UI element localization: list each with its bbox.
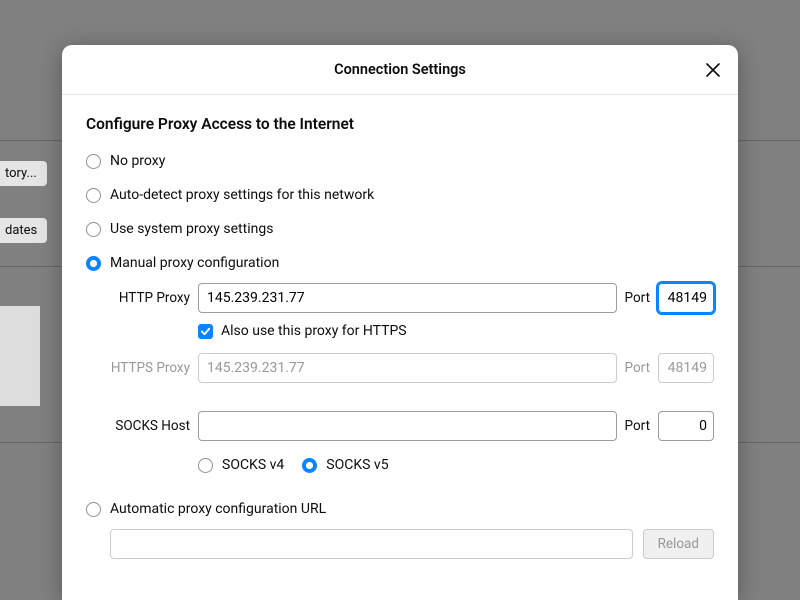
radio-icon [86, 222, 101, 237]
radio-no-proxy[interactable]: No proxy [86, 147, 714, 175]
socks-host-input[interactable] [198, 411, 617, 441]
radio-icon [198, 458, 213, 473]
close-button[interactable] [702, 59, 724, 81]
radio-label: SOCKS v4 [222, 457, 284, 473]
bg-box [0, 306, 40, 406]
http-proxy-row: HTTP Proxy Port [110, 283, 714, 313]
manual-proxy-fields: HTTP Proxy Port Also use this proxy for … [86, 283, 714, 479]
checkbox-icon [198, 324, 213, 339]
radio-icon [86, 188, 101, 203]
radio-icon [86, 154, 101, 169]
radio-label: Use system proxy settings [110, 221, 273, 237]
radio-label: Manual proxy configuration [110, 255, 279, 271]
radio-socks-v5[interactable]: SOCKS v5 [302, 451, 388, 479]
socks-version-row: SOCKS v4 SOCKS v5 [198, 451, 714, 479]
reload-button: Reload [643, 529, 714, 559]
https-proxy-input [198, 353, 617, 383]
radio-label: Automatic proxy configuration URL [110, 501, 326, 517]
section-title: Configure Proxy Access to the Internet [86, 115, 714, 133]
radio-label: SOCKS v5 [326, 457, 388, 473]
bg-updates-button: dates [0, 218, 47, 243]
checkbox-label: Also use this proxy for HTTPS [221, 323, 407, 339]
socks-port-input[interactable] [658, 411, 714, 441]
radio-system-proxy[interactable]: Use system proxy settings [86, 215, 714, 243]
radio-icon [302, 458, 317, 473]
port-label: Port [625, 418, 650, 434]
socks-host-row: SOCKS Host Port [110, 411, 714, 441]
close-icon [705, 62, 721, 78]
https-port-input [658, 353, 714, 383]
modal-title: Connection Settings [62, 45, 738, 95]
radio-pac-url[interactable]: Automatic proxy configuration URL [86, 495, 714, 523]
radio-socks-v4[interactable]: SOCKS v4 [198, 451, 284, 479]
port-label: Port [625, 290, 650, 306]
radio-manual-proxy[interactable]: Manual proxy configuration [86, 249, 714, 277]
connection-settings-modal: Connection Settings Configure Proxy Acce… [62, 45, 738, 600]
socks-host-label: SOCKS Host [110, 418, 190, 434]
modal-header: Connection Settings [62, 45, 738, 95]
radio-label: Auto-detect proxy settings for this netw… [110, 187, 374, 203]
http-proxy-input[interactable] [198, 283, 617, 313]
radio-icon [86, 256, 101, 271]
bg-history-button: tory... [0, 161, 47, 186]
https-proxy-row: HTTPS Proxy Port [110, 353, 714, 383]
https-proxy-label: HTTPS Proxy [110, 360, 190, 376]
radio-icon [86, 502, 101, 517]
http-proxy-label: HTTP Proxy [110, 290, 190, 306]
radio-auto-detect[interactable]: Auto-detect proxy settings for this netw… [86, 181, 714, 209]
port-label: Port [625, 360, 650, 376]
pac-row: Reload [110, 529, 714, 559]
pac-url-input [110, 529, 633, 559]
radio-label: No proxy [110, 153, 165, 169]
http-port-input[interactable] [658, 283, 714, 313]
modal-content: Configure Proxy Access to the Internet N… [62, 95, 738, 559]
also-https-checkbox[interactable]: Also use this proxy for HTTPS [198, 323, 714, 339]
